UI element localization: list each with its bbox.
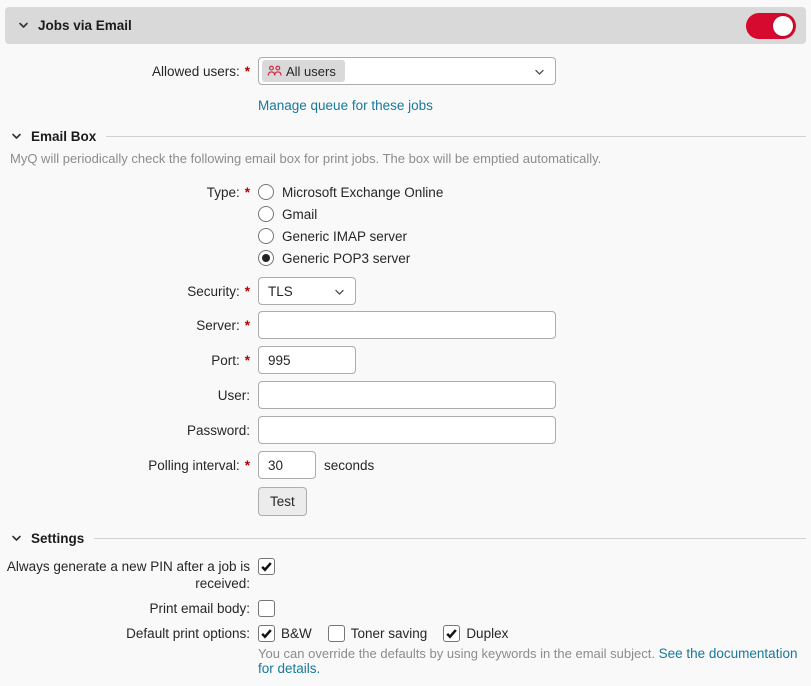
all-users-tag-label: All users — [286, 64, 336, 79]
checkmark-icon — [260, 560, 273, 573]
radio-icon[interactable] — [258, 184, 274, 200]
manage-queue-row: Manage queue for these jobs — [5, 98, 806, 113]
toner-saving-checkbox[interactable] — [328, 625, 345, 642]
section-header-email-box[interactable]: Email Box — [10, 129, 806, 144]
print-email-body-row: Print email body: — [5, 600, 806, 617]
radio-icon[interactable] — [258, 228, 274, 244]
polling-interval-suffix: seconds — [324, 458, 374, 473]
duplex-checkbox[interactable] — [443, 625, 460, 642]
type-row: Type:* Microsoft Exchange Online Gmail G… — [5, 182, 806, 268]
user-row: User: — [5, 381, 806, 409]
email-box-description: MyQ will periodically check the followin… — [10, 151, 806, 166]
email-type-radio-group: Microsoft Exchange Online Gmail Generic … — [258, 182, 443, 268]
allowed-users-label: Allowed users:* — [5, 63, 250, 80]
password-label: Password: — [5, 422, 250, 439]
polling-interval-input[interactable] — [258, 451, 316, 479]
radio-generic-imap[interactable]: Generic IMAP server — [258, 226, 443, 246]
radio-gmail[interactable]: Gmail — [258, 204, 443, 224]
generate-pin-row: Always generate a new PIN after a job is… — [5, 558, 806, 592]
required-asterisk: * — [245, 318, 250, 333]
jobs-via-email-toggle[interactable] — [746, 13, 796, 39]
radio-icon[interactable] — [258, 250, 274, 266]
section-divider — [94, 538, 806, 539]
default-print-options-row: Default print options: B&W Toner saving … — [5, 625, 806, 642]
user-input[interactable] — [258, 381, 556, 409]
radio-label: Generic POP3 server — [282, 251, 410, 266]
toner-saving-label: Toner saving — [351, 626, 428, 641]
security-select[interactable]: TLS — [258, 277, 356, 305]
required-asterisk: * — [245, 353, 250, 368]
type-label: Type:* — [5, 184, 250, 201]
user-label: User: — [5, 387, 250, 404]
generate-pin-label: Always generate a new PIN after a job is… — [5, 558, 250, 592]
radio-generic-pop3[interactable]: Generic POP3 server — [258, 248, 443, 268]
radio-icon[interactable] — [258, 206, 274, 222]
polling-interval-row: Polling interval:* seconds — [5, 451, 806, 479]
password-input[interactable] — [258, 416, 556, 444]
print-email-body-label: Print email body: — [5, 600, 250, 617]
checkmark-icon — [260, 627, 273, 640]
chevron-down-icon — [17, 19, 30, 32]
override-note: You can override the defaults by using k… — [258, 646, 806, 676]
test-button[interactable]: Test — [258, 487, 307, 516]
checkmark-icon — [445, 627, 458, 640]
port-row: Port:* — [5, 346, 806, 374]
allowed-users-select[interactable]: All users — [258, 57, 556, 85]
generate-pin-checkbox[interactable] — [258, 558, 275, 575]
password-row: Password: — [5, 416, 806, 444]
email-box-title: Email Box — [31, 129, 96, 144]
section-header-settings[interactable]: Settings — [10, 531, 806, 546]
panel-title: Jobs via Email — [38, 18, 132, 33]
radio-label: Microsoft Exchange Online — [282, 185, 443, 200]
security-select-value: TLS — [268, 284, 293, 299]
duplex-label: Duplex — [466, 626, 508, 641]
radio-exchange-online[interactable]: Microsoft Exchange Online — [258, 182, 443, 202]
chevron-down-icon — [10, 130, 23, 143]
bw-checkbox[interactable] — [258, 625, 275, 642]
radio-label: Generic IMAP server — [282, 229, 407, 244]
server-row: Server:* — [5, 311, 806, 339]
chevron-down-icon — [533, 66, 546, 79]
jobs-via-email-panel: Jobs via Email Allowed users:* All users — [0, 0, 811, 676]
print-email-body-checkbox[interactable] — [258, 600, 275, 617]
bw-label: B&W — [281, 626, 312, 641]
port-label: Port:* — [5, 352, 250, 369]
manage-queue-link[interactable]: Manage queue for these jobs — [258, 98, 433, 113]
required-asterisk: * — [245, 64, 250, 79]
server-label: Server:* — [5, 317, 250, 334]
required-asterisk: * — [245, 185, 250, 200]
users-group-icon — [267, 65, 283, 77]
security-row: Security:* TLS — [5, 277, 806, 305]
all-users-tag[interactable]: All users — [262, 60, 345, 82]
settings-title: Settings — [31, 531, 84, 546]
required-asterisk: * — [245, 284, 250, 299]
radio-label: Gmail — [282, 207, 317, 222]
allowed-users-row: Allowed users:* All users — [5, 57, 806, 85]
polling-interval-label: Polling interval:* — [5, 457, 250, 474]
port-input[interactable] — [258, 346, 356, 374]
server-input[interactable] — [258, 311, 556, 339]
security-label: Security:* — [5, 283, 250, 300]
test-row: Test — [5, 487, 806, 516]
default-print-options-label: Default print options: — [5, 625, 250, 642]
chevron-down-icon — [10, 532, 23, 545]
toggle-knob — [773, 16, 793, 36]
override-note-row: You can override the defaults by using k… — [5, 646, 806, 676]
section-header-jobs-via-email[interactable]: Jobs via Email — [5, 7, 806, 44]
required-asterisk: * — [245, 458, 250, 473]
section-divider — [106, 136, 806, 137]
chevron-down-icon — [333, 286, 346, 299]
